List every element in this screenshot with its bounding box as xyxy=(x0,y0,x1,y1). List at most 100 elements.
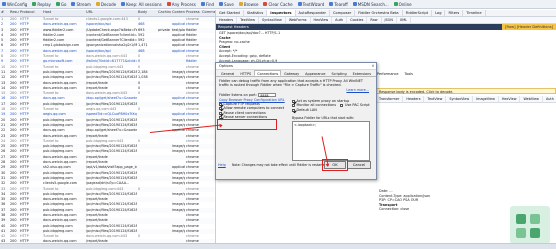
tab-get-started[interactable]: Get Started xyxy=(216,10,244,16)
toolbar-item[interactable]: Decode xyxy=(95,2,116,7)
restart-note: Note: Changes may not take effect until … xyxy=(232,163,328,167)
response-subtabs: Transformer Headers TextView SyntaxView Imag… xyxy=(376,96,556,103)
col-num[interactable]: # xyxy=(0,10,9,16)
options-tab-general[interactable]: General xyxy=(218,70,237,76)
subtab-imageview[interactable]: ImageView xyxy=(473,96,499,102)
copy-proxy-url-link[interactable]: Copy Browser Proxy Configuration URL xyxy=(219,98,285,102)
subtab-json[interactable]: JSON xyxy=(382,17,397,23)
toolbar-icon xyxy=(71,2,76,6)
options-tab-gateway[interactable]: Gateway xyxy=(281,70,302,76)
tab-timeline[interactable]: Timeline xyxy=(463,10,486,16)
options-tab-https[interactable]: HTTPS xyxy=(237,70,254,76)
tab-fiddler-orchestra-beta[interactable]: Fiddler Orchestra Beta xyxy=(355,10,403,16)
learn-more-link[interactable]: Learn more... xyxy=(346,88,369,92)
tab-inspectors[interactable]: Inspectors xyxy=(267,10,296,16)
checkbox-checked-icon xyxy=(219,102,222,106)
col-body[interactable]: Body xyxy=(137,10,157,16)
tab-autoresponder[interactable]: AutoResponder xyxy=(296,10,331,16)
col-result[interactable]: Result xyxy=(9,10,19,16)
options-tab-scripting[interactable]: Scripting xyxy=(329,70,350,76)
subtab-transformer[interactable]: Transformer xyxy=(376,96,404,102)
decode-notice[interactable]: Response body is encoded. Click to decod… xyxy=(376,88,556,94)
toolbar-icon xyxy=(55,2,60,6)
toolbar-item[interactable]: Save xyxy=(219,2,234,7)
toolbar-item[interactable]: Stream xyxy=(71,2,91,7)
default-lan-checkbox[interactable]: Default LAN xyxy=(292,108,370,112)
tab-composer[interactable]: Composer xyxy=(330,10,356,16)
logo xyxy=(510,206,550,244)
options-tab-connections[interactable]: Connections xyxy=(254,70,282,76)
subtab-textview[interactable]: TextView xyxy=(237,17,260,23)
checkbox-checked-icon xyxy=(219,107,222,111)
toolbar-item[interactable]: Go xyxy=(55,2,66,7)
highlight-box xyxy=(217,119,277,130)
checkbox-checked-icon xyxy=(219,111,222,115)
toolbar-item[interactable]: Browse xyxy=(238,2,258,7)
toolbar-item[interactable]: Find xyxy=(200,2,214,7)
toolbar-item[interactable]: MSDN Search... xyxy=(352,2,389,7)
col-host[interactable]: Host xyxy=(42,10,85,16)
tab-statistics[interactable]: Statistics xyxy=(244,10,268,16)
toolbar-icon xyxy=(95,2,100,6)
toolbar-item[interactable]: Keep: All sessions xyxy=(121,2,162,7)
toolbar-item[interactable]: Replay xyxy=(32,2,51,7)
options-title: Options xyxy=(219,64,233,68)
toolbar-icon xyxy=(166,2,171,6)
options-title-bar: Options ✕ xyxy=(216,63,376,70)
toolbar-icon xyxy=(297,2,302,6)
subtab-headers[interactable]: Headers xyxy=(216,17,238,23)
col-url[interactable]: URL xyxy=(85,10,137,16)
subtab-hexview[interactable]: HexView xyxy=(311,17,333,23)
subtab-cookies[interactable]: Cookies xyxy=(347,17,368,23)
checkbox-empty-icon xyxy=(340,104,344,108)
subtab-syntaxview[interactable]: SyntaxView xyxy=(446,96,474,102)
toolbar-icon xyxy=(32,2,37,6)
use-pac-checkbox[interactable]: Use PAC Script xyxy=(345,103,370,107)
toolbar-item[interactable]: Online xyxy=(393,2,412,7)
session-list: # Result Protocol Host URL Body Caching … xyxy=(0,10,216,243)
col-content-type[interactable]: Content-Type xyxy=(171,10,185,16)
options-tab-extensions[interactable]: Extensions xyxy=(350,70,374,76)
subtab-webview[interactable]: WebView xyxy=(520,96,543,102)
help-link[interactable]: Help xyxy=(218,163,226,167)
col-protocol[interactable]: Protocol xyxy=(19,10,42,16)
toolbar-icon xyxy=(200,2,205,6)
tab-filters[interactable]: Filters xyxy=(445,10,464,16)
subtab-auth[interactable]: Auth xyxy=(332,17,348,23)
options-tab-tools[interactable]: Tools xyxy=(402,70,416,76)
toolbar-icon xyxy=(352,2,357,6)
col-comments[interactable]: Comments xyxy=(201,10,215,16)
subtab-syntaxview[interactable]: SyntaxView xyxy=(259,17,286,23)
checkbox-checked-icon xyxy=(292,99,295,103)
toolbar-item[interactable]: Clear Cache xyxy=(263,2,293,7)
col-caching[interactable]: Caching xyxy=(157,10,171,16)
subtab-headers[interactable]: Headers xyxy=(403,96,425,102)
connections-intro: Fiddler can debug traffic from any appli… xyxy=(219,79,363,88)
raw-link[interactable]: [Raw] [Header Definitions] xyxy=(502,24,556,30)
toolbar-icon xyxy=(329,2,334,6)
status-bar xyxy=(0,243,556,249)
connections-panel: Fiddler can debug traffic from any appli… xyxy=(216,77,376,174)
tab-log[interactable]: Log xyxy=(432,10,446,16)
toolbar-item[interactable]: WinConfig xyxy=(2,2,27,7)
col-process[interactable]: Process xyxy=(185,10,201,16)
subtab-textview[interactable]: TextView xyxy=(424,96,447,102)
toolbar-icon xyxy=(2,2,6,6)
cancel-button[interactable]: Cancel xyxy=(347,161,371,169)
close-icon[interactable]: ✕ xyxy=(370,63,376,69)
toolbar-item[interactable]: Tearoff xyxy=(329,2,348,7)
subtab-xml[interactable]: XML xyxy=(397,17,412,23)
toolbar-item[interactable]: TextWizard xyxy=(297,2,324,7)
subtab-hexview[interactable]: HexView xyxy=(499,96,521,102)
subtab-webforms[interactable]: WebForms xyxy=(286,17,311,23)
toolbar-item[interactable]: Any Process xyxy=(166,2,196,7)
options-tabs: General HTTPS Connections Gateway Appearance… xyxy=(216,70,413,77)
subtab-auth[interactable]: Auth xyxy=(543,96,556,102)
checkbox-checked-icon xyxy=(292,108,295,112)
options-tab-performance[interactable]: Performance xyxy=(374,70,402,76)
options-tab-appearance[interactable]: Appearance xyxy=(302,70,328,76)
bypass-textarea[interactable]: <-loopback>; xyxy=(292,121,370,161)
tab-fiddlerscript[interactable]: FiddlerScript xyxy=(403,10,433,16)
subtab-raw[interactable]: Raw xyxy=(367,17,382,23)
request-headers-title: Request Headers xyxy=(218,25,249,29)
